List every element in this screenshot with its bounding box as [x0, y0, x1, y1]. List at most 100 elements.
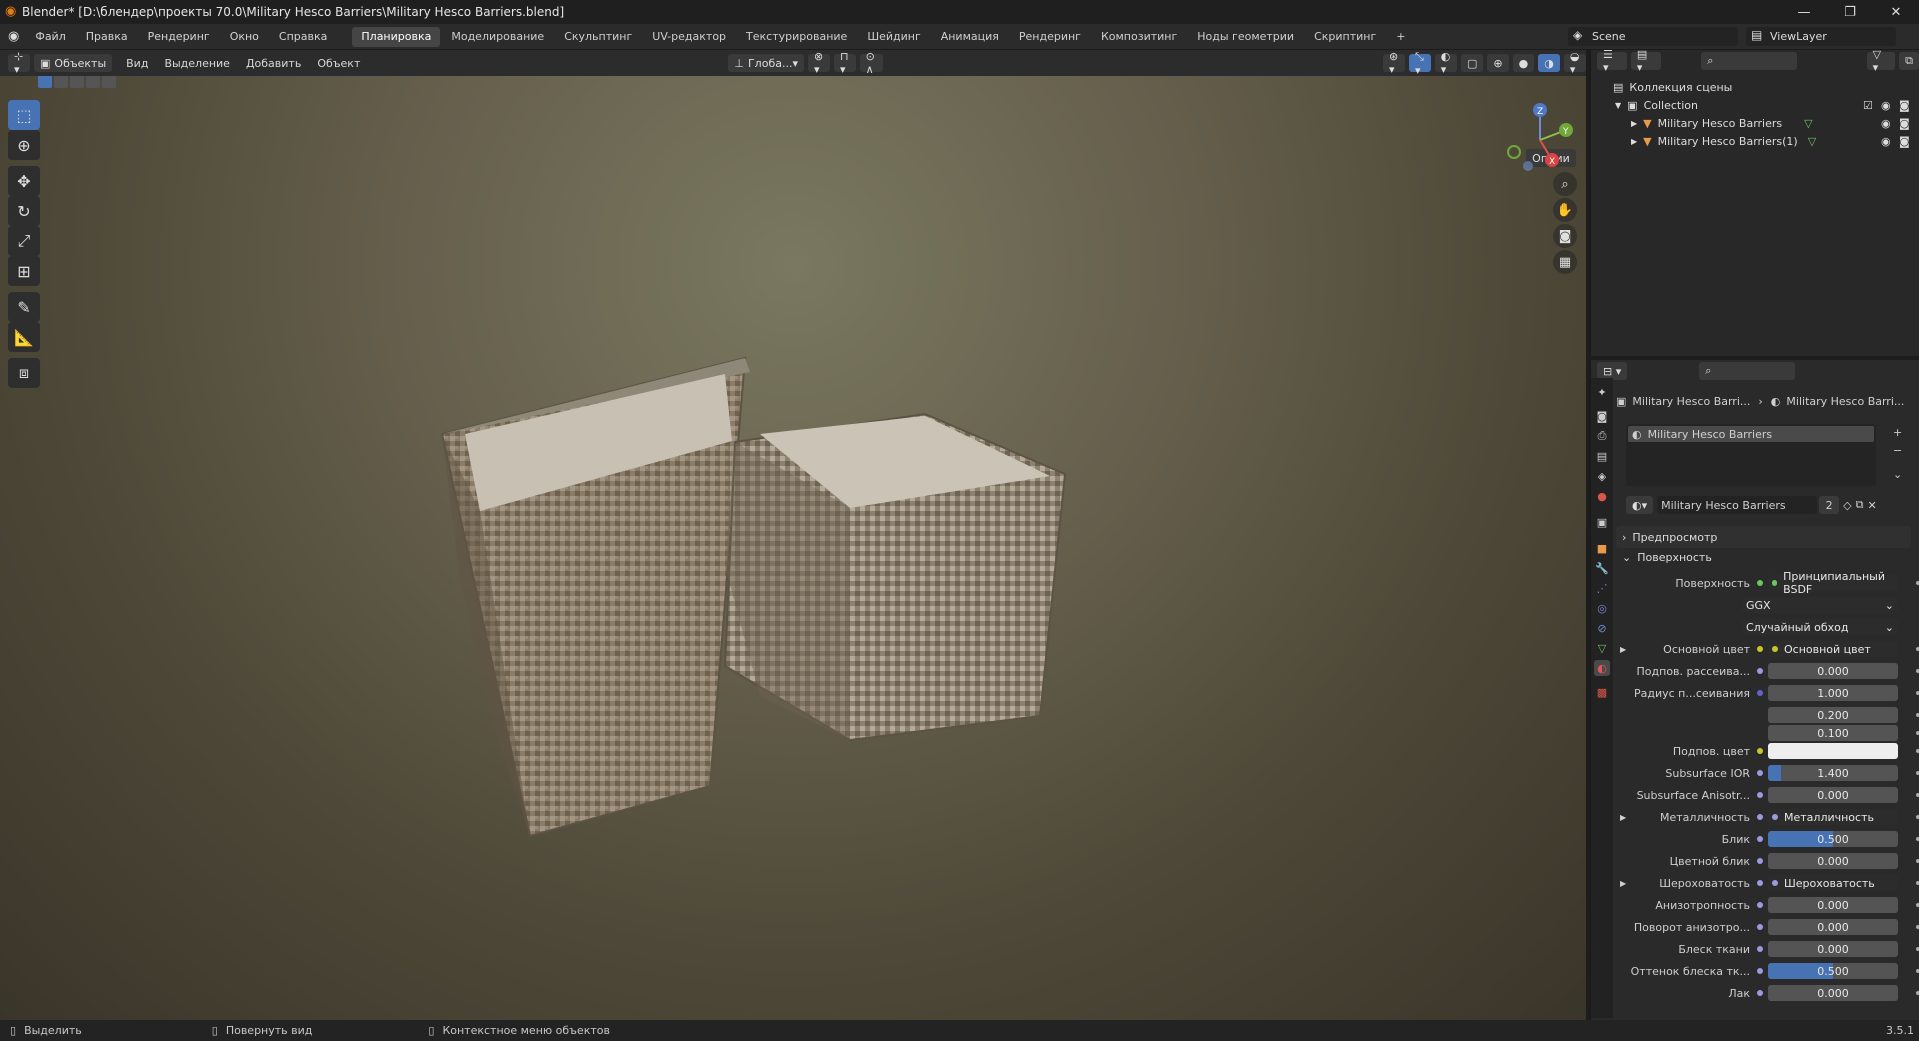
property-field[interactable]: 0.000: [1768, 919, 1898, 935]
annotate-tool-icon[interactable]: ✎: [8, 292, 40, 322]
property-field[interactable]: 0.000: [1768, 941, 1898, 957]
shading-material-button[interactable]: ◑: [1538, 54, 1560, 72]
socket-dot-icon[interactable]: [1757, 924, 1763, 930]
eye-icon[interactable]: ◉: [1881, 135, 1891, 148]
perspective-grid-icon[interactable]: ▦: [1553, 250, 1577, 274]
tab-animation[interactable]: Анимация: [932, 27, 1008, 47]
tab-compositing[interactable]: Композитинг: [1092, 27, 1186, 47]
outliner-object-1[interactable]: ▶ ▼ Military Hesco Barriers ▽ ◉ ◙: [1591, 114, 1919, 132]
browse-material-icon[interactable]: ◐▾: [1626, 496, 1654, 514]
socket-dot-icon[interactable]: [1757, 792, 1763, 798]
camera-icon[interactable]: ◙: [1899, 99, 1910, 112]
select-new-icon[interactable]: [38, 76, 52, 88]
mesh-data-icon[interactable]: ▽: [1804, 117, 1812, 130]
shading-solid-button[interactable]: ●: [1512, 54, 1535, 72]
socket-dot-icon[interactable]: [1757, 770, 1763, 776]
zoom-icon[interactable]: ⌕: [1553, 172, 1577, 196]
blender-menu-icon[interactable]: ◉: [8, 29, 19, 44]
menu-file[interactable]: Файл: [25, 24, 75, 50]
checkbox-icon[interactable]: ☑: [1863, 99, 1873, 112]
particles-tab-icon[interactable]: ⋰: [1594, 580, 1610, 596]
chevron-down-icon[interactable]: ▼: [1615, 101, 1621, 110]
tab-sculpting[interactable]: Скульптинг: [555, 27, 641, 47]
property-field[interactable]: Металличность: [1768, 809, 1898, 825]
menu-window[interactable]: Окно: [220, 24, 269, 50]
move-tool-icon[interactable]: ✥: [8, 166, 40, 196]
tab-shading[interactable]: Шейдинг: [858, 27, 929, 47]
property-field[interactable]: 0.500: [1768, 963, 1898, 979]
select-extend-icon[interactable]: [54, 76, 68, 88]
camera-icon[interactable]: ◙: [1899, 135, 1910, 148]
maximize-button[interactable]: ❐: [1827, 0, 1873, 24]
modifier-tab-icon[interactable]: 🔧: [1594, 560, 1610, 576]
property-field[interactable]: GGX ⌄: [1742, 597, 1898, 613]
chevron-right-icon[interactable]: ▶: [1631, 137, 1637, 146]
viewlayer-selector[interactable]: ▤ ViewLayer: [1746, 27, 1896, 46]
select-intersect-icon[interactable]: [102, 76, 116, 88]
camera-view-icon[interactable]: ◙: [1553, 224, 1577, 248]
property-field[interactable]: 0.100: [1768, 725, 1898, 741]
output-tab-icon[interactable]: ⎙: [1594, 428, 1610, 444]
gizmo-button[interactable]: ⤡ ▾: [1409, 50, 1431, 77]
socket-dot-icon[interactable]: [1757, 968, 1763, 974]
property-field[interactable]: Принципиальный BSDF: [1768, 570, 1898, 596]
transform-tool-icon[interactable]: ⊞: [8, 256, 40, 286]
property-field[interactable]: 1.000: [1768, 685, 1898, 701]
fake-user-icon[interactable]: ◇: [1843, 499, 1851, 512]
outliner-object-2[interactable]: ▶ ▼ Military Hesco Barriers(1) ▽ ◉ ◙: [1591, 132, 1919, 150]
property-field[interactable]: 0.000: [1768, 853, 1898, 869]
socket-dot-icon[interactable]: [1757, 946, 1763, 952]
tab-scripting[interactable]: Скриптинг: [1305, 27, 1385, 47]
property-field[interactable]: [1768, 743, 1898, 759]
editor-type-button[interactable]: ⊹ ▾: [8, 50, 30, 76]
physics-tab-icon[interactable]: ◎: [1594, 600, 1610, 616]
menu-edit[interactable]: Правка: [76, 24, 138, 50]
menu-help[interactable]: Справка: [269, 24, 337, 50]
rotate-tool-icon[interactable]: ↻: [8, 196, 40, 226]
property-field[interactable]: 0.000: [1768, 897, 1898, 913]
measure-tool-icon[interactable]: 📐: [8, 322, 40, 352]
expand-chevron-icon[interactable]: ▶: [1620, 813, 1626, 822]
menu-render[interactable]: Рендеринг: [138, 24, 220, 50]
outliner-editor-type-icon[interactable]: ☰ ▾: [1597, 48, 1627, 74]
tab-uv-editing[interactable]: UV-редактор: [643, 27, 735, 47]
material-name-field[interactable]: Military Hesco Barriers: [1657, 496, 1818, 514]
property-field[interactable]: 0.000: [1768, 787, 1898, 803]
object-tab-icon[interactable]: ■: [1594, 540, 1610, 556]
tab-texture-paint[interactable]: Текстурирование: [737, 27, 856, 47]
socket-dot-icon[interactable]: [1757, 858, 1763, 864]
preview-section[interactable]: › Предпросмотр: [1616, 526, 1911, 548]
tab-modeling[interactable]: Моделирование: [442, 27, 553, 47]
scene-tab-icon[interactable]: ◈: [1594, 468, 1610, 484]
tool-tab-icon[interactable]: ✦: [1594, 384, 1610, 400]
add-slot-button[interactable]: +: [1893, 426, 1909, 440]
shading-wire-button[interactable]: ⊕: [1487, 54, 1509, 72]
viewlayer-tab-icon[interactable]: ▤: [1594, 448, 1610, 464]
property-field[interactable]: 1.400: [1768, 765, 1898, 781]
tab-rendering[interactable]: Рендеринг: [1010, 27, 1090, 47]
world-tab-icon[interactable]: ●: [1594, 488, 1610, 504]
overlay-button[interactable]: ◐ ▾: [1434, 50, 1457, 76]
material-slot-list[interactable]: ◐ Military Hesco Barriers: [1626, 424, 1876, 486]
add-workspace-button[interactable]: +: [1387, 27, 1414, 47]
pan-hand-icon[interactable]: ✋: [1553, 198, 1577, 222]
socket-dot-icon[interactable]: [1757, 748, 1763, 754]
socket-dot-icon[interactable]: [1757, 668, 1763, 674]
socket-dot-icon[interactable]: [1757, 580, 1763, 586]
close-button[interactable]: ✕: [1873, 0, 1919, 24]
scene-selector[interactable]: ◈ Scene: [1568, 27, 1738, 46]
expand-chevron-icon[interactable]: ▶: [1620, 645, 1626, 654]
outliner-collection[interactable]: ▼ ▣ Collection ☑ ◉ ◙: [1591, 96, 1919, 114]
render-tab-icon[interactable]: ◙: [1594, 408, 1610, 424]
texture-tab-icon[interactable]: ▩: [1594, 684, 1610, 700]
constraints-tab-icon[interactable]: ⊘: [1594, 620, 1610, 636]
data-tab-icon[interactable]: ▽: [1594, 640, 1610, 656]
cursor-tool-icon[interactable]: ⊕: [8, 130, 40, 160]
property-field[interactable]: Шероховатость: [1768, 875, 1898, 891]
display-mode-icon[interactable]: ▤ ▾: [1630, 48, 1662, 74]
filter-icon[interactable]: ▽ ▾: [1866, 48, 1896, 74]
tab-layout[interactable]: Планировка: [352, 26, 441, 47]
select-invert-icon[interactable]: [86, 76, 100, 88]
socket-dot-icon[interactable]: [1757, 880, 1763, 886]
slot-menu-chevron-icon[interactable]: ⌄: [1893, 468, 1909, 482]
